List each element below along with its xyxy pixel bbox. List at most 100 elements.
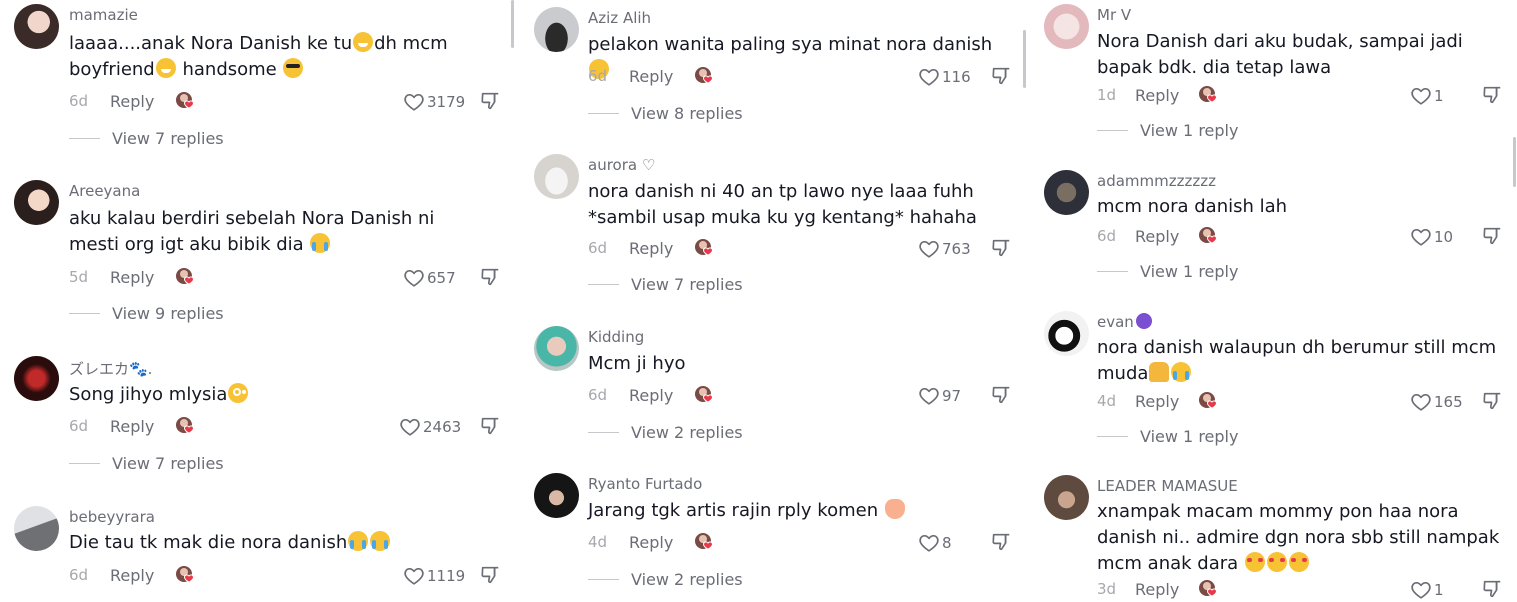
comment-meta: 3d Reply 1 — [1097, 580, 1507, 602]
comment-username[interactable]: aurora ♡ — [588, 156, 655, 174]
view-replies-button[interactable]: View 1 reply — [1097, 121, 1238, 140]
creator-liked-icon — [694, 65, 716, 87]
reply-button[interactable]: Reply — [110, 92, 154, 111]
comment-item: LEADER MAMASUE xnampak macam mommy pon h… — [1030, 471, 1517, 601]
divider — [1097, 130, 1128, 131]
crying-emoji-icon — [348, 531, 369, 551]
reply-button[interactable]: Reply — [1135, 392, 1179, 411]
comment-meta: 4d Reply 165 — [1097, 392, 1507, 414]
thumbs-down-icon[interactable] — [990, 384, 1012, 406]
like-button[interactable]: 763 — [918, 238, 971, 260]
avatar[interactable] — [1044, 170, 1089, 215]
like-button[interactable]: 165 — [1410, 391, 1463, 413]
comment-age: 6d — [588, 239, 608, 257]
view-replies-button[interactable]: View 7 replies — [69, 129, 224, 148]
like-button[interactable]: 97 — [918, 385, 961, 407]
reply-button[interactable]: Reply — [629, 239, 673, 258]
like-button[interactable]: 2463 — [399, 416, 461, 438]
comment-column-3: Mr V Nora Danish dari aku budak, sampai … — [1030, 0, 1517, 601]
smiling-hearts-emoji-icon — [1244, 552, 1265, 572]
reply-button[interactable]: Reply — [1135, 227, 1179, 246]
creator-liked-icon — [175, 90, 197, 112]
comment-meta: 6d Reply 763 — [588, 239, 1018, 261]
reply-button[interactable]: Reply — [110, 566, 154, 585]
reply-button[interactable]: Reply — [629, 533, 673, 552]
reply-button[interactable]: Reply — [110, 417, 154, 436]
reply-button[interactable]: Reply — [629, 67, 673, 86]
like-button[interactable]: 8 — [918, 532, 952, 554]
avatar[interactable] — [1044, 311, 1089, 356]
thumbs-down-icon[interactable] — [1481, 84, 1503, 106]
avatar[interactable] — [534, 154, 579, 199]
comment-username[interactable]: bebeyyrara — [69, 508, 155, 526]
view-replies-button[interactable]: View 2 replies — [588, 570, 743, 589]
comment-meta: 4d Reply 8 — [588, 533, 1018, 555]
thumbs-down-icon[interactable] — [1481, 390, 1503, 412]
like-button[interactable]: 1119 — [403, 565, 465, 587]
view-replies-button[interactable]: View 9 replies — [69, 304, 224, 323]
avatar[interactable] — [1044, 4, 1089, 49]
view-replies-button[interactable]: View 8 replies — [588, 104, 743, 123]
creator-liked-icon — [1198, 225, 1220, 247]
like-button[interactable]: 657 — [403, 267, 456, 289]
creator-liked-icon — [1198, 84, 1220, 106]
comment-item: Kidding Mcm ji hyo 6d Reply 97 View 2 re… — [513, 322, 1030, 447]
thumbs-down-icon[interactable] — [479, 564, 501, 586]
avatar[interactable] — [14, 506, 59, 551]
avatar[interactable] — [534, 473, 579, 518]
reply-button[interactable]: Reply — [629, 386, 673, 405]
thumbs-down-icon[interactable] — [990, 531, 1012, 553]
view-replies-button[interactable]: View 7 replies — [69, 454, 224, 473]
heart-outline-icon — [1410, 85, 1432, 107]
divider — [588, 579, 619, 580]
thumbs-down-icon[interactable] — [479, 266, 501, 288]
creator-liked-icon — [694, 384, 716, 406]
view-replies-label: View 2 replies — [631, 423, 743, 442]
view-replies-button[interactable]: View 2 replies — [588, 423, 743, 442]
thumbs-down-icon[interactable] — [990, 65, 1012, 87]
avatar[interactable] — [1044, 475, 1089, 520]
comment-item: mamazie laaaa....anak Nora Danish ke tu d… — [0, 0, 513, 150]
comment-username[interactable]: Mr V — [1097, 6, 1131, 24]
view-replies-button[interactable]: View 7 replies — [588, 275, 743, 294]
comment-username[interactable]: Aziz Alih — [588, 9, 651, 27]
reply-button[interactable]: Reply — [110, 268, 154, 287]
like-count: 657 — [427, 269, 456, 287]
like-button[interactable]: 1 — [1410, 85, 1444, 107]
comment-text: nora danish walaupun dh berumur still mc… — [1097, 337, 1497, 384]
avatar[interactable] — [534, 7, 579, 52]
avatar[interactable] — [534, 326, 579, 371]
comment-username[interactable]: Kidding — [588, 328, 644, 346]
view-replies-button[interactable]: View 1 reply — [1097, 427, 1238, 446]
thumbs-down-icon[interactable] — [990, 237, 1012, 259]
avatar[interactable] — [14, 4, 59, 49]
comment-username[interactable]: adammmzzzzzz — [1097, 172, 1216, 190]
sunglasses-emoji-icon — [283, 58, 304, 78]
reply-button[interactable]: Reply — [1135, 86, 1179, 105]
thumbs-down-icon[interactable] — [479, 90, 501, 112]
comment-meta: 6d Reply 116 — [588, 67, 1018, 89]
comment-meta: 5d Reply 657 — [69, 268, 499, 290]
comment-text: Mcm ji hyo — [588, 353, 686, 374]
comment-username[interactable]: Ryanto Furtado — [588, 475, 702, 493]
comment-username[interactable]: Areeyana — [69, 182, 140, 200]
thumbs-down-icon[interactable] — [1481, 225, 1503, 247]
thumbs-down-icon[interactable] — [1481, 578, 1503, 600]
like-button[interactable]: 10 — [1410, 226, 1453, 248]
view-replies-button[interactable]: View 1 reply — [1097, 262, 1238, 281]
comment-username[interactable]: ズレエカ🐾. — [69, 358, 152, 379]
comment-username[interactable]: LEADER MAMASUE — [1097, 477, 1238, 495]
creator-liked-icon — [175, 415, 197, 437]
avatar[interactable] — [14, 180, 59, 225]
comment-username[interactable]: evan — [1097, 313, 1153, 331]
like-count: 10 — [1434, 228, 1454, 246]
like-count: 116 — [942, 68, 971, 86]
like-button[interactable]: 116 — [918, 66, 971, 88]
like-button[interactable]: 3179 — [403, 91, 465, 113]
like-button[interactable]: 1 — [1410, 579, 1444, 601]
thumbs-down-icon[interactable] — [479, 415, 501, 437]
reply-button[interactable]: Reply — [1135, 580, 1179, 599]
like-count: 1 — [1434, 87, 1444, 105]
avatar[interactable] — [14, 356, 59, 401]
comment-username[interactable]: mamazie — [69, 6, 138, 24]
